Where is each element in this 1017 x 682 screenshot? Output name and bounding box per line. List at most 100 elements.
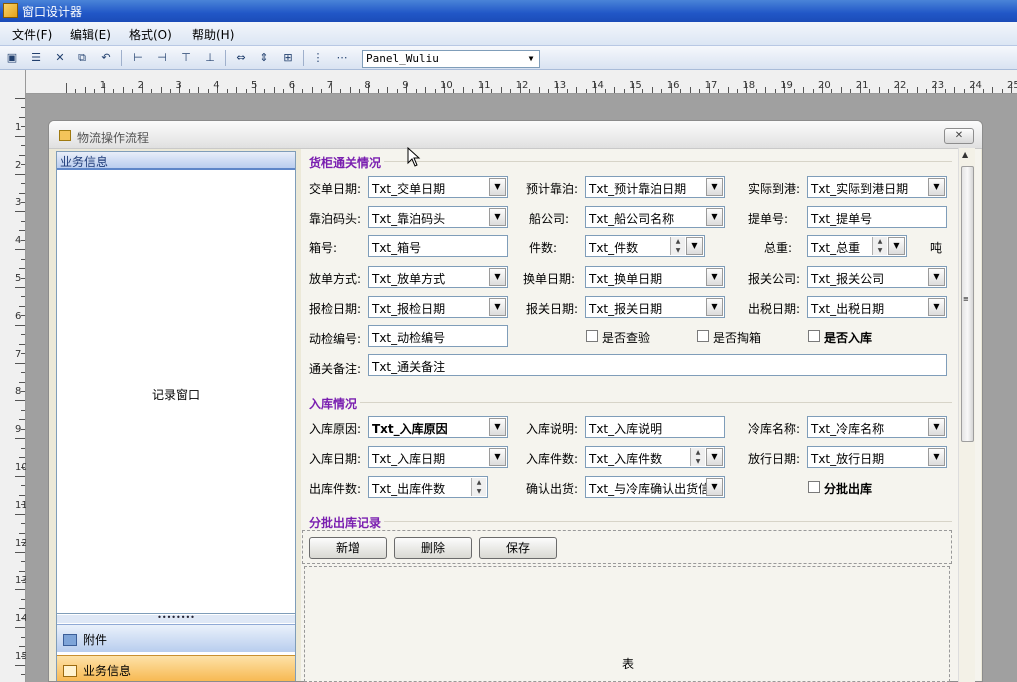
ruler-tick [547, 89, 549, 93]
inspect-checkbox[interactable] [586, 330, 598, 342]
panel-select[interactable]: Panel_Wuliu ▼ [362, 50, 540, 68]
handover-date-field[interactable]: Txt_交单日期 ▼ [368, 176, 508, 198]
exchange-date-field[interactable]: Txt_换单日期 ▼ [585, 266, 725, 288]
total-weight-field[interactable]: Txt_总重 ▲ ▼ ▼ [807, 235, 907, 257]
container-no-field[interactable]: Txt_箱号 [368, 235, 508, 257]
menu-file[interactable]: 文件(F) [8, 26, 56, 42]
ruler-tick [21, 428, 25, 430]
release-date-field-value: Txt_放行日期 [811, 452, 885, 466]
delete-button[interactable]: 删除 [394, 537, 472, 559]
chevron-down-icon[interactable]: ▼ [706, 448, 723, 466]
chevron-down-icon[interactable]: ▼ [489, 178, 506, 196]
chevron-down-icon[interactable]: ▼ [489, 418, 506, 436]
inbound-date-field[interactable]: Txt_入库日期 ▼ [368, 446, 508, 468]
chevron-down-icon[interactable]: ▼ [928, 298, 945, 316]
batch-grid[interactable]: 表 [304, 566, 950, 682]
ruler-tick [21, 447, 25, 449]
ruler-tick [358, 89, 360, 93]
menu-format[interactable]: 格式(O) [125, 26, 176, 42]
outbound-count-field[interactable]: Txt_出库件数 ▲ ▼ [368, 476, 488, 498]
chevron-down-icon[interactable]: ▼ [928, 418, 945, 436]
chevron-down-icon[interactable]: ▼ [706, 478, 723, 496]
chevron-down-icon[interactable]: ▼ [706, 298, 723, 316]
handover-date-field-value: Txt_交单日期 [372, 182, 446, 196]
menu-help[interactable]: 帮助(H) [188, 26, 238, 42]
cold-storage-name-field[interactable]: Txt_冷库名称 ▼ [807, 416, 947, 438]
ruler-number: 8 [364, 80, 371, 91]
record-window-area[interactable]: 记录窗口 [57, 174, 295, 614]
unpack-checkbox[interactable] [697, 330, 709, 342]
chevron-down-icon[interactable]: ▼ [706, 178, 723, 196]
vertical-scrollbar[interactable]: ▲ ≡ [958, 148, 975, 682]
vertical-spacing-icon[interactable]: ⋮ [310, 50, 326, 66]
spinner-icon[interactable]: ▲ ▼ [670, 237, 685, 255]
chevron-down-icon[interactable]: ▼ [489, 448, 506, 466]
chevron-down-icon[interactable]: ▼ [928, 268, 945, 286]
scrollbar-thumb[interactable] [961, 166, 974, 442]
chevron-down-icon[interactable]: ▼ [523, 51, 539, 67]
batch-outbound-checkbox[interactable] [808, 481, 820, 493]
spinner-icon[interactable]: ▲ ▼ [872, 237, 887, 255]
tab-attachments[interactable]: 附件 [57, 624, 295, 652]
customs-remark-field[interactable]: Txt_通关备注 [368, 354, 947, 376]
confirm-shipment-field[interactable]: Txt_与冷库确认出货信 ▼ [585, 476, 725, 498]
horizontal-ruler: 1 2 3 4 5 6 7 8 9 10 11 12 13 14 15 16 17 18 19 20 21 22 23 24 2… [26, 70, 1017, 94]
ruler-tick [831, 89, 833, 93]
properties-icon[interactable]: ☰ [28, 50, 44, 66]
align-left-icon[interactable]: ⊢ [130, 50, 146, 66]
menu-edit[interactable]: 编辑(E) [66, 26, 115, 42]
ruler-tick [113, 89, 115, 93]
tax-date-field[interactable]: Txt_出税日期 ▼ [807, 296, 947, 318]
inbound-note-field[interactable]: Txt_入库说明 [585, 416, 725, 438]
shipping-company-field[interactable]: Txt_船公司名称 ▼ [585, 206, 725, 228]
spinner-icon[interactable]: ▲ ▼ [471, 478, 486, 496]
copy-icon[interactable]: ⧉ [74, 50, 90, 66]
add-button[interactable]: 新增 [309, 537, 387, 559]
planned-berth-date-field[interactable]: Txt_预计靠泊日期 ▼ [585, 176, 725, 198]
quarantine-no-field[interactable]: Txt_动检编号 [368, 325, 508, 347]
customs-broker-field[interactable]: Txt_报关公司 ▼ [807, 266, 947, 288]
cut-icon[interactable]: ✕ [52, 50, 68, 66]
left-panel-header[interactable]: 业务信息 [57, 152, 295, 170]
chevron-down-icon[interactable]: ▼ [489, 208, 506, 226]
declaration-date-field[interactable]: Txt_报关日期 ▼ [585, 296, 725, 318]
horizontal-spacing-icon[interactable]: ⋯ [334, 50, 350, 66]
inbound-count-field[interactable]: Txt_入库件数 ▲ ▼ ▼ [585, 446, 725, 468]
ruler-number: 4 [213, 80, 220, 91]
ruler-tick [21, 353, 25, 355]
bill-of-lading-field[interactable]: Txt_提单号 [807, 206, 947, 228]
chevron-down-icon[interactable]: ▼ [686, 237, 703, 255]
inbound-reason-field[interactable]: Txt_入库原因 ▼ [368, 416, 508, 438]
ruler-tick [15, 135, 25, 137]
scroll-up-icon[interactable]: ▲ [962, 150, 968, 159]
undo-icon[interactable]: ↶ [98, 50, 114, 66]
chevron-down-icon[interactable]: ▼ [928, 448, 945, 466]
release-method-field[interactable]: Txt_放单方式 ▼ [368, 266, 508, 288]
save-button[interactable]: 保存 [479, 537, 557, 559]
close-icon[interactable]: ✕ [944, 128, 974, 144]
chevron-down-icon[interactable]: ▼ [928, 178, 945, 196]
inspection-date-field[interactable]: Txt_报检日期 ▼ [368, 296, 508, 318]
chevron-down-icon[interactable]: ▼ [706, 208, 723, 226]
chevron-down-icon[interactable]: ▼ [706, 268, 723, 286]
arrival-date-field-value: Txt_实际到港日期 [811, 182, 909, 196]
align-top-icon[interactable]: ⊤ [178, 50, 194, 66]
ruler-tick [19, 494, 25, 496]
save-icon[interactable]: ▣ [4, 50, 20, 66]
warehouse-checkbox[interactable] [808, 330, 820, 342]
release-date-field[interactable]: Txt_放行日期 ▼ [807, 446, 947, 468]
align-right-icon[interactable]: ⊣ [154, 50, 170, 66]
same-width-icon[interactable]: ⇔ [233, 50, 249, 66]
tab-business-info[interactable]: 业务信息 [57, 655, 295, 681]
same-size-icon[interactable]: ⊞ [280, 50, 296, 66]
chevron-down-icon[interactable]: ▼ [888, 237, 905, 255]
chevron-down-icon[interactable]: ▼ [489, 268, 506, 286]
piece-count-field[interactable]: Txt_件数 ▲ ▼ ▼ [585, 235, 705, 257]
splitter-grip[interactable]: •••••••• [57, 614, 295, 623]
spinner-icon[interactable]: ▲ ▼ [690, 448, 705, 466]
same-height-icon[interactable]: ⇕ [256, 50, 272, 66]
chevron-down-icon[interactable]: ▼ [489, 298, 506, 316]
arrival-date-field[interactable]: Txt_实际到港日期 ▼ [807, 176, 947, 198]
berth-terminal-field[interactable]: Txt_靠泊码头 ▼ [368, 206, 508, 228]
align-bottom-icon[interactable]: ⊥ [202, 50, 218, 66]
